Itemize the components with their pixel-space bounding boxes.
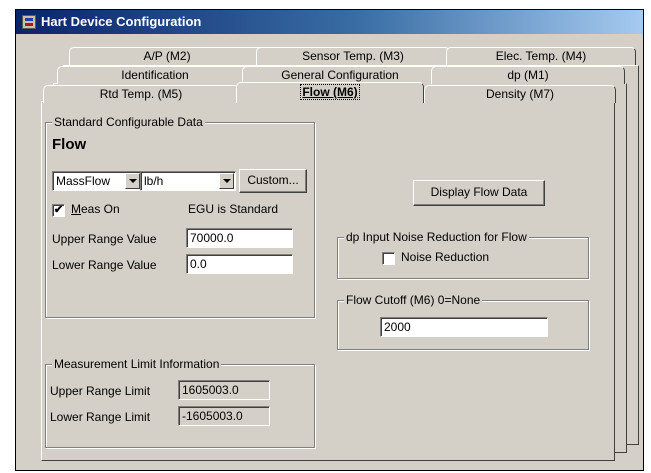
unit-select[interactable]: lb/h [140,171,236,191]
noise-reduction-label[interactable]: Noise Reduction [401,250,489,264]
meas-on-label[interactable]: Meas On [71,202,120,216]
noise-reduction-group: dp Input Noise Reduction for Flow Noise … [337,230,589,279]
tab-ap-m2[interactable]: A/P (M2) [69,47,265,65]
standard-configurable-data-group: Standard Configurable Data Flow MassFlow… [45,115,315,318]
flow-cutoff-group: Flow Cutoff (M6) 0=None 2000 [337,293,589,350]
standard-group-label: Standard Configurable Data [52,115,205,129]
flow-type-value: MassFlow [56,174,111,188]
egu-status-text: EGU is Standard [188,202,279,216]
limit-group-label: Measurement Limit Information [52,357,222,371]
meas-on-checkbox[interactable]: ✔ [52,204,65,217]
tab-rtd-temp-m5[interactable]: Rtd Temp. (M5) [43,85,239,103]
chevron-down-icon[interactable] [219,173,234,189]
flow-cutoff-label: Flow Cutoff (M6) 0=None [344,293,483,307]
urv-input[interactable]: 70000.0 [186,228,293,248]
url-value: 1605003.0 [178,380,270,400]
lrl-label: Lower Range Limit [50,410,151,424]
flow-type-select[interactable]: MassFlow [52,171,142,191]
flow-heading: Flow [52,136,87,153]
tab-sensor-temp-m3[interactable]: Sensor Temp. (M3) [256,47,450,65]
chevron-down-icon[interactable] [125,173,140,189]
tab-identification[interactable]: Identification [57,66,253,84]
flow-cutoff-input[interactable]: 2000 [380,317,548,337]
dialog-window: Hart Device Configuration A/P (M2) Senso… [15,9,644,471]
unit-value: lb/h [144,174,164,188]
url-label: Upper Range Limit [50,384,151,398]
tab-density-m7[interactable]: Density (M7) [424,85,616,103]
tab-dp-m1[interactable]: dp (M1) [431,66,625,84]
title-bar[interactable]: Hart Device Configuration [16,10,643,34]
tab-elec-temp-m4[interactable]: Elec. Temp. (M4) [446,47,636,65]
noise-reduction-checkbox[interactable] [382,252,395,265]
flow-tab-content: Standard Configurable Data Flow MassFlow… [41,102,613,460]
tab-flow-m6-label: Flow (M6) [300,84,360,100]
measurement-limit-group: Measurement Limit Information Upper Rang… [45,357,315,448]
tab-flow-m6[interactable]: Flow (M6) [236,82,424,103]
urv-label: Upper Range Value [52,232,157,246]
lrl-value: -1605003.0 [178,406,270,426]
lrv-input[interactable]: 0.0 [186,254,293,274]
lrv-label: Lower Range Value [52,258,157,272]
app-icon [22,15,36,29]
display-flow-data-button[interactable]: Display Flow Data [413,180,545,206]
window-title: Hart Device Configuration [41,14,202,29]
noise-group-label: dp Input Noise Reduction for Flow [344,230,529,244]
custom-button[interactable]: Custom... [239,169,307,193]
